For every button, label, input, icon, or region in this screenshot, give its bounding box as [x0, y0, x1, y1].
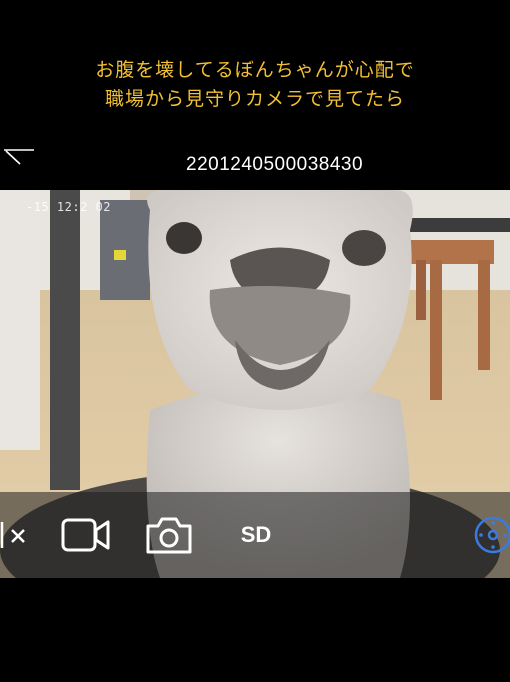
back-arrow-icon[interactable] [2, 146, 36, 166]
camera-icon [146, 517, 192, 554]
control-bar: SD [0, 492, 510, 578]
caption-overlay: お腹を壊してるぼんちゃんが心配で 職場から見守りカメラで見てたら [0, 56, 510, 114]
osd-timestamp: -15 12:2 02 [26, 200, 111, 214]
speaker-mute-icon [0, 522, 25, 548]
record-button[interactable] [60, 516, 112, 554]
caption-line-1: お腹を壊してるぼんちゃんが心配で [95, 59, 415, 81]
device-id: 2201240500038430 [186, 154, 364, 175]
mute-button[interactable] [0, 518, 30, 552]
ptz-control-icon [474, 516, 510, 554]
video-camera-icon [61, 518, 110, 552]
sd-quality-button[interactable]: SD [232, 520, 280, 550]
caption-line-2: 職場から見守りカメラで見てたら [104, 88, 405, 110]
ptz-button[interactable] [472, 514, 510, 556]
snapshot-button[interactable] [144, 514, 194, 556]
